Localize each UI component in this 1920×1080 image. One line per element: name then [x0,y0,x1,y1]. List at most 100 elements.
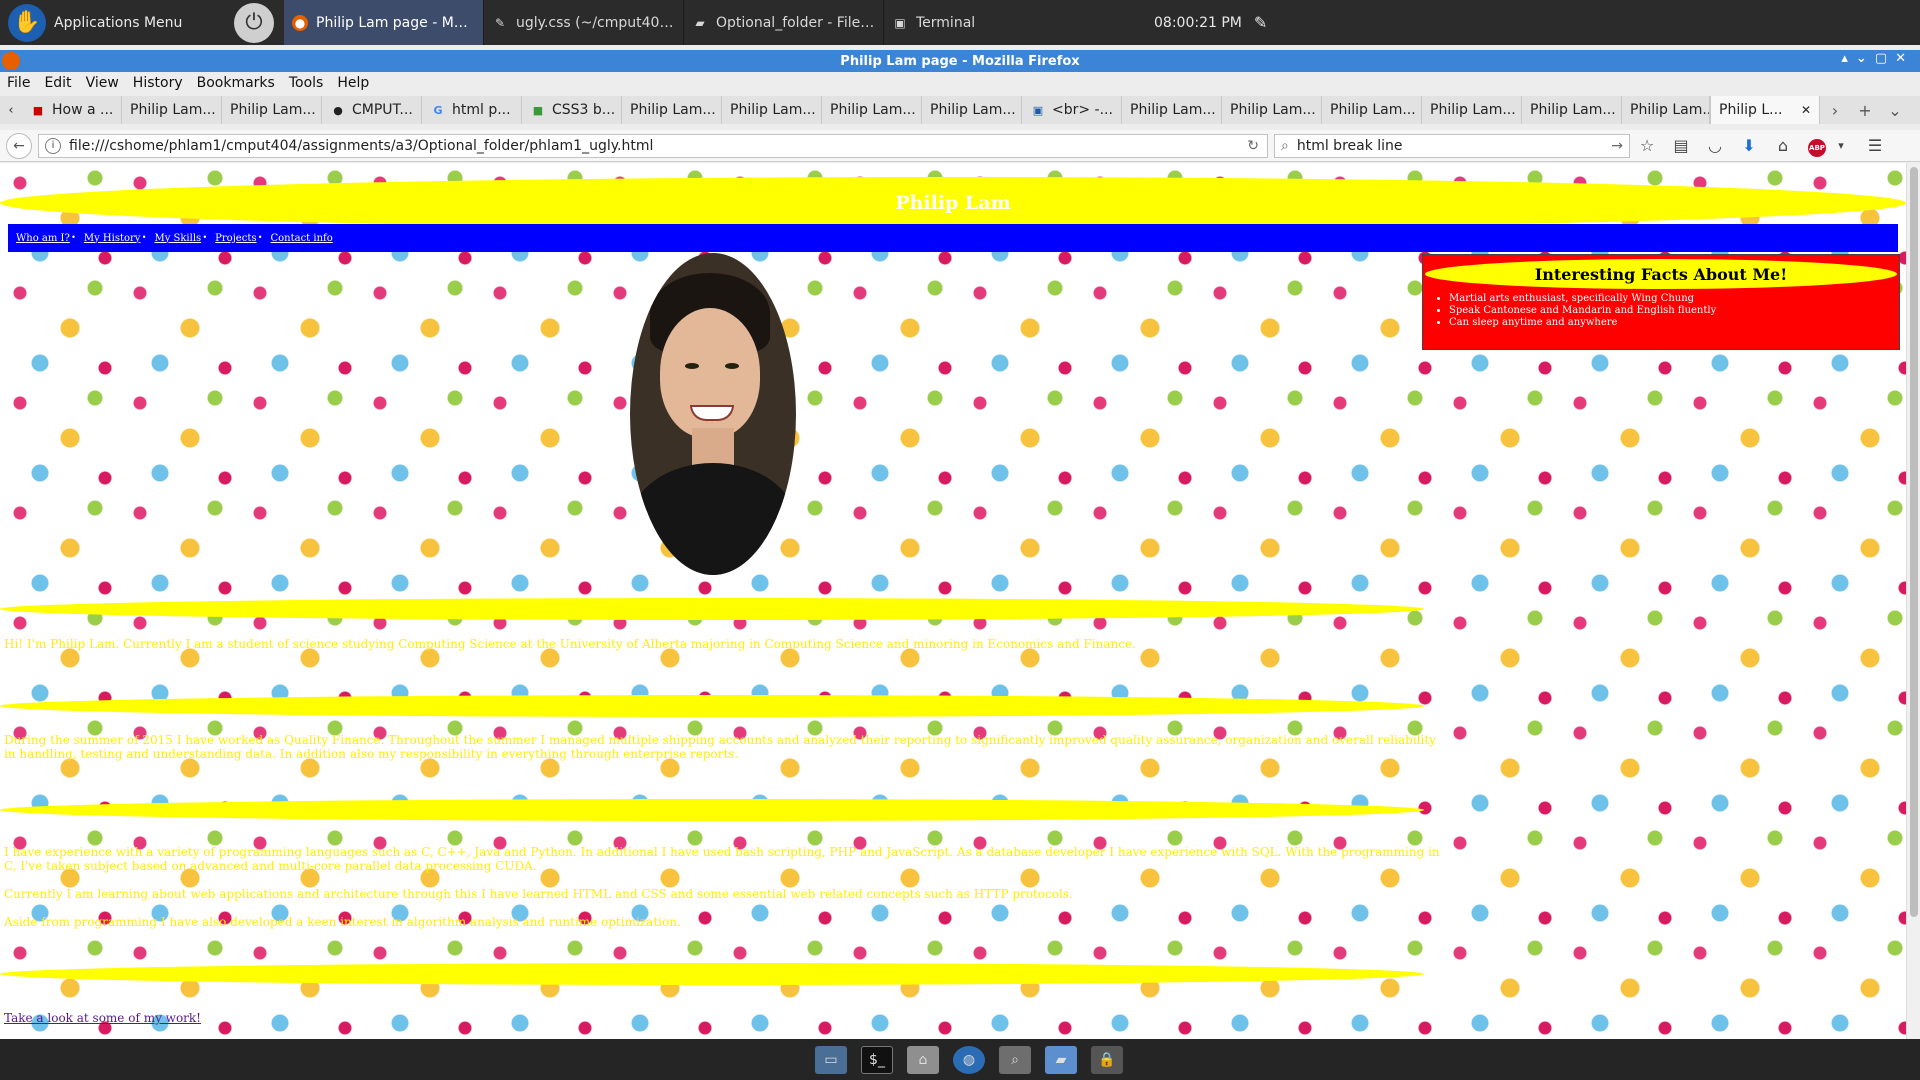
photo-eye [685,363,699,369]
adblock-dropdown-icon[interactable]: ▾ [1834,139,1848,152]
nav-link-history[interactable]: My History [84,233,146,244]
section-divider [0,799,1424,821]
search-icon[interactable]: ⌕ [994,1042,1036,1078]
menu-file[interactable]: File [0,75,37,91]
adblock-button[interactable]: ABP [1800,135,1834,157]
facts-list: Martial arts enthusiast, specifically Wi… [1449,293,1716,329]
task-terminal[interactable]: ▣ Terminal [884,0,1074,45]
tab-active[interactable]: Philip L... ✕ [1710,96,1820,124]
css-icon: ■ [532,103,544,117]
intro-paragraph: Hi! I'm Philip Lam. Currently I am a stu… [4,637,1136,651]
folder-icon: ▰ [695,15,705,30]
tab[interactable]: Philip Lam... [1422,96,1522,124]
reload-icon[interactable]: ↻ [1247,138,1259,154]
tab-list-chevron-icon[interactable]: ⌄ [1880,101,1910,120]
web-browser-icon[interactable]: ◍ [948,1042,990,1078]
task-firefox[interactable]: ● Philip Lam page - Mozill... [284,0,484,45]
menu-help[interactable]: Help [330,75,376,91]
profile-photo [630,253,796,575]
url-bar[interactable]: i file:///cshome/phlam1/cmput404/assignm… [38,133,1268,158]
google-icon: G [433,103,443,117]
tab[interactable]: ● CMPUT... [322,96,422,124]
reader-list-icon[interactable]: ▤ [1664,136,1698,155]
tab[interactable]: ■ How a ... [22,96,122,124]
text-editor-icon: ✎ [494,15,506,30]
search-icon: ⌕ [1281,137,1289,154]
tab-scroll-left-icon[interactable]: ‹ [0,103,22,118]
home-icon[interactable]: ⌂ [1766,136,1800,155]
back-button[interactable]: ← [6,132,32,159]
tab-strip: ‹ ■ How a ... Philip Lam... Philip Lam...… [0,96,1920,124]
lock-icon[interactable]: 🔒 [1086,1042,1128,1078]
nav-link-who-am-i[interactable]: Who am I? [16,233,76,244]
tab[interactable]: Ghtml p... [422,96,522,124]
firefox-icon [2,52,20,70]
tab-label: <br> -... [1052,102,1113,118]
search-input[interactable]: ⌕ html break line → [1274,133,1630,158]
firefox-icon: ● [292,14,308,31]
go-arrow-icon[interactable]: → [1611,138,1623,154]
clock[interactable]: 08:00:21 PM [1154,15,1242,31]
section-divider [0,695,1424,717]
learning-paragraph: Currently I am learning about web applic… [4,887,1073,901]
task-file-manager[interactable]: ▰ Optional_folder - File M... [684,0,884,45]
tab[interactable]: Philip Lam... [1222,96,1322,124]
hamburger-menu-icon[interactable]: ☰ [1858,136,1892,155]
tab[interactable]: Philip Lam... [1622,96,1710,124]
scrollbar-thumb[interactable] [1910,167,1918,917]
show-desktop-icon[interactable]: ▭ [810,1042,852,1078]
tab-label: html p... [452,102,511,118]
tab-scroll-right-icon[interactable]: › [1820,101,1850,120]
tab[interactable]: Philip Lam... [722,96,822,124]
url-text: file:///cshome/phlam1/cmput404/assignmen… [69,137,654,154]
new-tab-icon[interactable]: + [1850,101,1880,120]
work-link[interactable]: Take a look at some of my work! [4,1011,201,1025]
tab[interactable]: Philip Lam... [1522,96,1622,124]
window-controls[interactable]: ▴⌄▢✕ [1841,51,1914,66]
applications-menu-button[interactable]: ✋ Applications Menu [0,0,230,45]
pocket-icon[interactable]: ◡ [1698,136,1732,155]
tab-label: CSS3 b... [552,102,616,118]
tab[interactable]: Philip Lam... [122,96,222,124]
tab[interactable]: Philip Lam... [922,96,1022,124]
notes-icon[interactable]: ✎ [1254,13,1267,32]
task-text-editor[interactable]: ✎ ugly.css (~/cmput404/a... [484,0,684,45]
file-manager-icon[interactable]: ⌂ [902,1042,944,1078]
close-icon[interactable]: ✕ [1801,103,1811,117]
menu-view[interactable]: View [79,75,126,91]
info-icon[interactable]: i [45,137,61,154]
menu-bookmarks[interactable]: Bookmarks [190,75,282,91]
tab[interactable]: Philip Lam... [1322,96,1422,124]
tab-label: Philip Lam... [1130,102,1216,118]
fact-item: Speak Cantonese and Mandarin and English… [1449,305,1716,316]
task-label: Terminal [916,14,976,31]
menu-tools[interactable]: Tools [282,75,331,91]
menu-edit[interactable]: Edit [37,75,78,91]
terminal-icon: ▣ [894,15,906,30]
tab[interactable]: ▣ <br> -... [1022,96,1122,124]
fact-item: Martial arts enthusiast, specifically Wi… [1449,293,1716,304]
tab[interactable]: Philip Lam... [622,96,722,124]
power-icon[interactable]: ⏻ [234,2,274,43]
tab[interactable]: Philip Lam... [222,96,322,124]
w3-icon: ▣ [1032,103,1044,117]
folder-icon[interactable]: ▰ [1040,1042,1082,1078]
bookmark-star-icon[interactable]: ☆ [1630,136,1664,155]
nav-link-skills[interactable]: My Skills [154,233,206,244]
photo-shirt [630,463,796,575]
facts-title: Interesting Facts About Me! [1425,259,1897,289]
window-titlebar: Philip Lam page - Mozilla Firefox ▴⌄▢✕ [0,50,1920,72]
skills-paragraph: I have experience with a variety of prog… [4,845,1440,873]
tab-label: Philip Lam... [130,102,216,118]
tab[interactable]: Philip Lam... [1122,96,1222,124]
tab-label: Philip Lam... [730,102,816,118]
page-header: Philip Lam [0,177,1906,229]
tab[interactable]: Philip Lam... [822,96,922,124]
page-scrollbar[interactable] [1906,163,1920,1039]
nav-link-projects[interactable]: Projects [215,233,263,244]
terminal-icon[interactable]: $_ [856,1042,898,1078]
download-icon[interactable]: ⬇ [1732,136,1766,155]
menu-history[interactable]: History [126,75,190,91]
nav-link-contact[interactable]: Contact info [270,233,332,244]
tab[interactable]: ■ CSS3 b... [522,96,622,124]
